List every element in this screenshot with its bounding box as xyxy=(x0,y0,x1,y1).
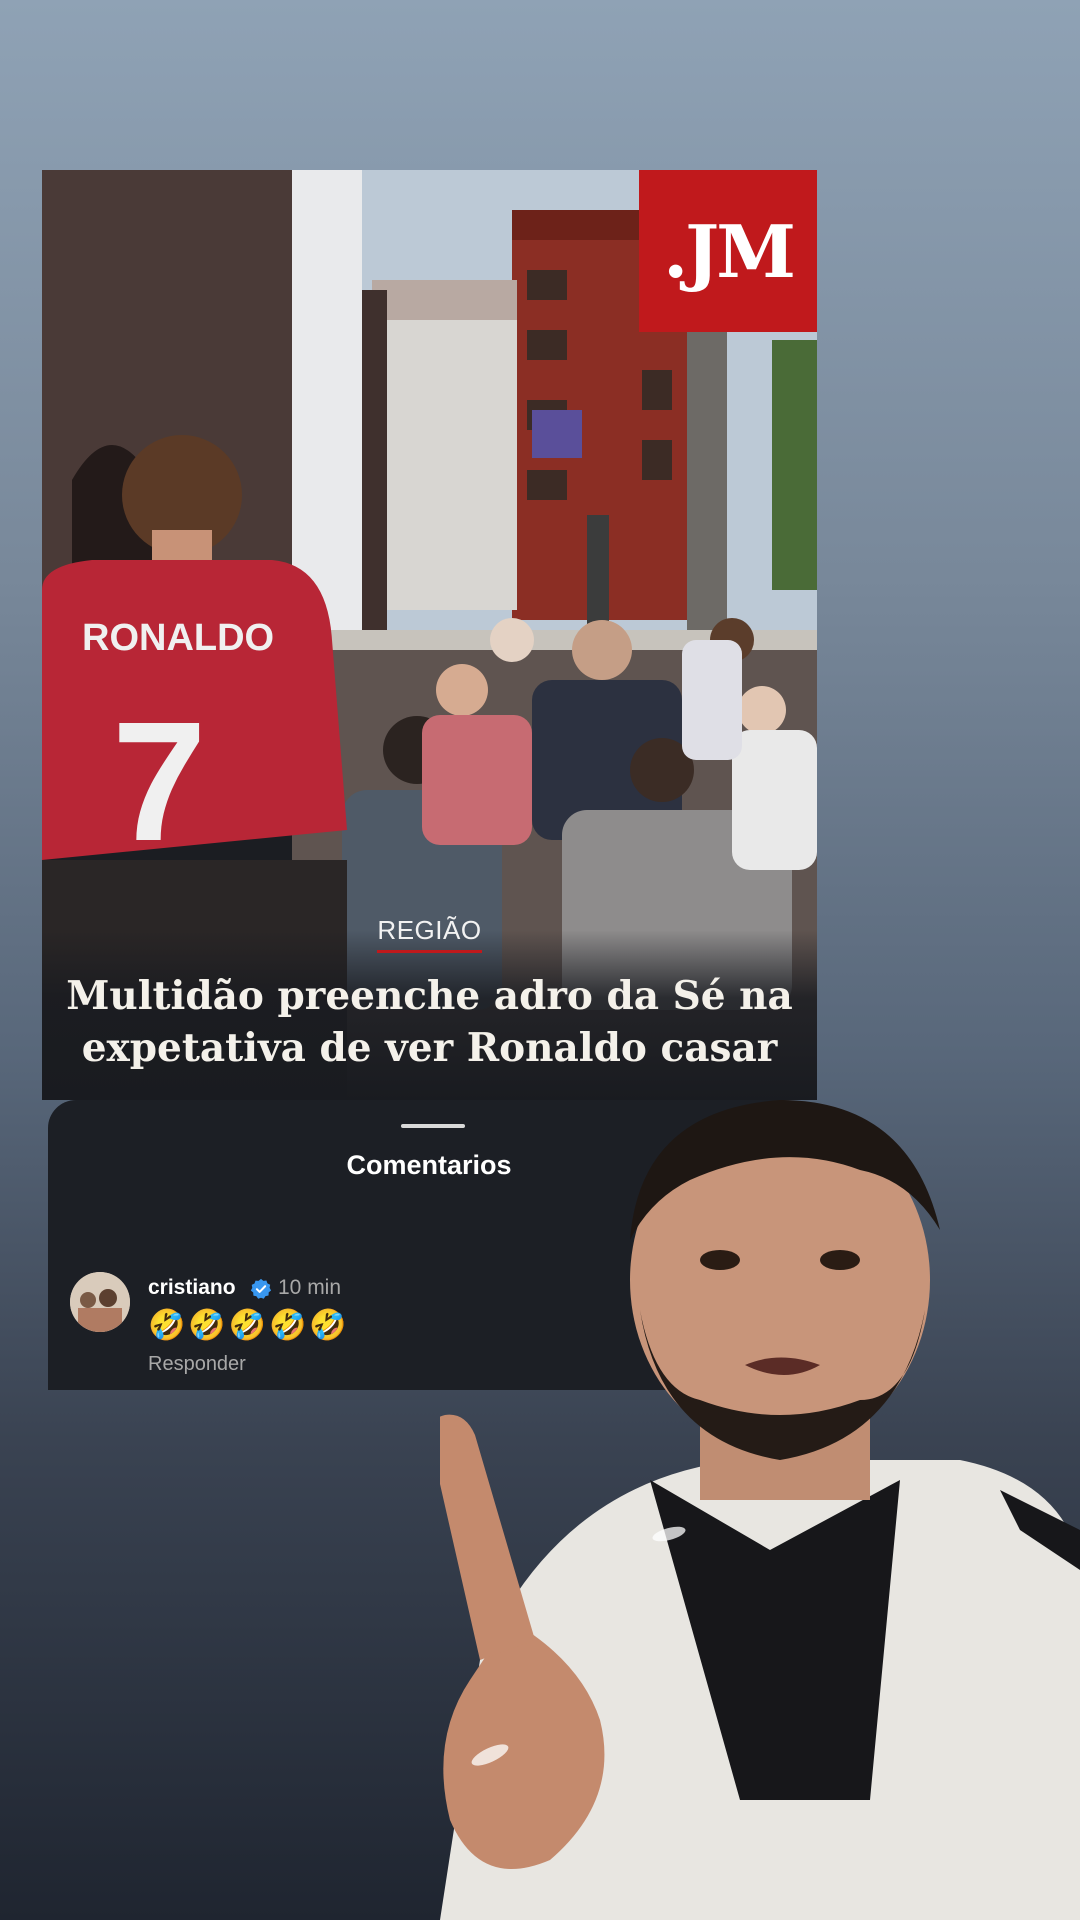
article-headline[interactable]: Multidão preenche adro da Sé na expetati… xyxy=(62,970,797,1074)
creator-cutout xyxy=(440,1100,1080,1920)
reply-button[interactable]: Responder xyxy=(148,1353,246,1376)
avatar-image xyxy=(70,1272,130,1332)
jm-logo: .JM xyxy=(639,170,817,332)
avatar[interactable] xyxy=(70,1272,130,1332)
verified-badge-icon xyxy=(250,1278,272,1299)
comment-text: 🤣🤣🤣🤣🤣 xyxy=(148,1309,350,1342)
jersey-name-text: RONALDO xyxy=(82,617,274,659)
comment-timestamp: 10 min xyxy=(278,1276,342,1299)
news-post-card[interactable]: RONALDO 7 .JM REGIÃO Multidão preenche a… xyxy=(42,170,817,1100)
jersey-number-text: 7 xyxy=(112,687,207,877)
category-label-text: REGIÃO xyxy=(377,915,482,953)
comment-username[interactable]: cristiano xyxy=(148,1276,236,1300)
category-label[interactable]: REGIÃO xyxy=(42,915,817,953)
